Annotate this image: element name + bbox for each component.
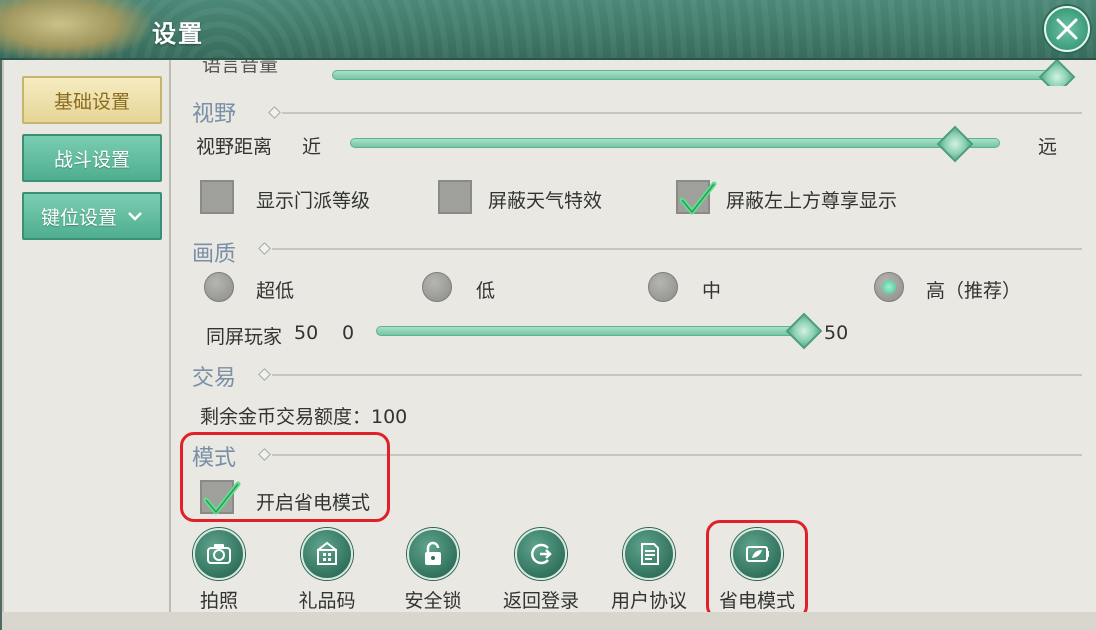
bottom-strip [2,612,1096,630]
return-login-icon [515,528,567,580]
page-title: 设置 [152,20,204,48]
section-line [272,248,1082,250]
tool-return-login[interactable]: 返回登录 [496,528,586,618]
tool-label: 礼品码 [298,590,356,612]
tool-user-agreement[interactable]: 用户协议 [604,528,694,618]
vision-far-label: 远 [1038,136,1058,158]
section-diamond [268,106,281,119]
tool-gift-code[interactable]: 礼品码 [282,528,372,618]
checkbox-label: 屏蔽左上方尊享显示 [726,190,898,212]
gift-icon [301,528,353,580]
section-title-vision: 视野 [192,102,237,127]
tool-camera[interactable]: 拍照 [174,528,264,618]
radio-quality-low[interactable] [422,272,452,302]
vision-distance-slider[interactable] [350,138,1000,148]
radio-label: 超低 [256,280,295,302]
chevron-down-icon [128,212,142,221]
radio-quality-medium[interactable] [648,272,678,302]
sidebar-divider [169,60,171,615]
players-on-screen-label: 同屏玩家 [206,326,283,348]
checkbox-show-sect-level[interactable] [200,180,234,214]
section-title-trade: 交易 [192,366,237,391]
settings-content: 语言音量 视野 视野距离 近 远 显示门派等级 屏蔽天气特效 屏蔽左上方尊享显示… [172,60,1096,630]
section-line [282,112,1082,114]
checkbox-label: 屏蔽天气特效 [488,190,603,212]
vision-distance-slider-thumb[interactable] [936,125,973,163]
tool-label: 安全锁 [404,590,462,612]
section-diamond [258,368,271,381]
checkbox-label: 显示门派等级 [256,190,371,212]
vision-distance-label: 视野距离 [196,136,273,158]
lock-icon [407,528,459,580]
players-slider-min: 0 [342,322,355,344]
tool-security-lock[interactable]: 安全锁 [388,528,478,618]
tool-label: 用户协议 [610,590,687,612]
sidebar-item-combat-settings[interactable]: 战斗设置 [22,134,162,182]
camera-icon [193,528,245,580]
power-saving-tool-highlight [706,520,808,620]
sidebar-item-basic-settings[interactable]: 基础设置 [22,76,162,124]
partial-volume-row: 语言音量 [172,60,1096,86]
close-icon [1056,18,1078,40]
radio-label: 中 [702,280,722,302]
volume-slider[interactable] [332,70,1062,80]
players-slider-max: 50 [824,322,849,344]
checkmark-icon [679,181,717,215]
sidebar-item-label: 战斗设置 [53,148,130,171]
section-title-quality: 画质 [192,242,237,267]
tool-label: 拍照 [199,590,238,612]
close-button[interactable] [1044,6,1090,52]
section-line [272,454,1082,456]
settings-panel: 基础设置 战斗设置 键位设置 语言音量 视野 视野距离 近 远 显示门派等级 屏… [2,60,1096,630]
section-line [272,374,1082,376]
players-on-screen-slider[interactable] [376,326,804,336]
radio-quality-ultra-low[interactable] [204,272,234,302]
tool-label: 返回登录 [502,590,579,612]
volume-label: 语言音量 [202,60,279,76]
players-on-screen-value: 50 [294,322,319,344]
window-header: 设置 [0,0,1096,60]
radio-label: 低 [476,280,496,302]
checkbox-hide-weather-effects[interactable] [438,180,472,214]
vision-near-label: 近 [302,136,322,158]
volume-slider-thumb[interactable] [1038,60,1076,86]
sidebar-item-label: 基础设置 [53,90,130,113]
dragon-emblem-icon [0,0,150,60]
sidebar-item-label: 键位设置 [40,206,117,229]
radio-quality-high[interactable] [874,272,904,302]
players-on-screen-slider-thumb[interactable] [785,312,823,350]
agreement-icon [623,528,675,580]
mode-section-highlight [180,432,390,522]
sidebar-item-key-settings[interactable]: 键位设置 [22,192,162,240]
trade-remaining-text: 剩余金币交易额度：100 [200,406,408,428]
checkbox-hide-vip-display[interactable] [676,180,717,215]
radio-label: 高（推荐） [926,280,1022,302]
section-diamond [258,242,271,255]
